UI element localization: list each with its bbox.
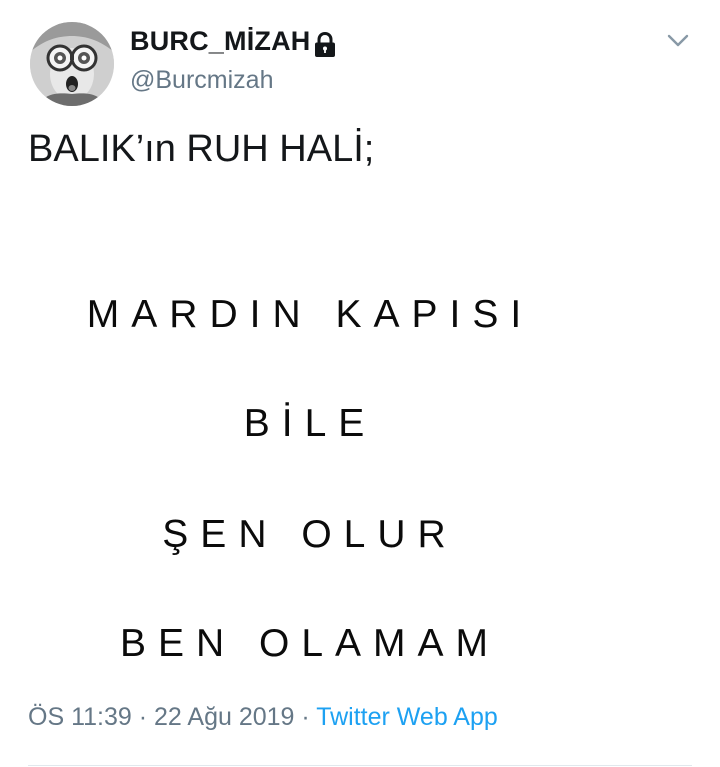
avatar-image — [30, 22, 114, 106]
tweet-body-line-2: BİLE — [243, 402, 377, 445]
tweet-intro-text: BALIK’ın RUH HALİ; — [28, 128, 375, 170]
avatar[interactable] — [30, 22, 114, 106]
tweet-body-line-3: ŞEN OLUR — [162, 513, 458, 556]
tweet-metadata: ÖS 11:39 · 22 Ağu 2019 · Twitter Web App — [28, 703, 498, 732]
lock-icon — [315, 31, 335, 57]
tweet-body-line-1: MARDIN KAPISI — [86, 293, 534, 336]
chevron-down-icon — [667, 34, 689, 47]
display-name[interactable]: BURC_MİZAH — [130, 26, 311, 57]
divider — [28, 765, 692, 766]
tweet-time[interactable]: ÖS 11:39 — [28, 703, 132, 731]
tweet-body-line-4: BEN OLAMAM — [119, 622, 501, 665]
meta-separator: · — [301, 703, 310, 731]
tweet-date[interactable]: 22 Ağu 2019 — [154, 703, 294, 731]
meta-separator: · — [138, 703, 148, 731]
tweet-menu-button[interactable] — [662, 28, 694, 54]
tweet-card: BURC_MİZAH @Burcmizah BALIK’ın RUH HALİ;… — [0, 0, 720, 767]
tweet-source-link[interactable]: Twitter Web App — [316, 703, 498, 731]
user-handle[interactable]: @Burcmizah — [130, 66, 273, 95]
